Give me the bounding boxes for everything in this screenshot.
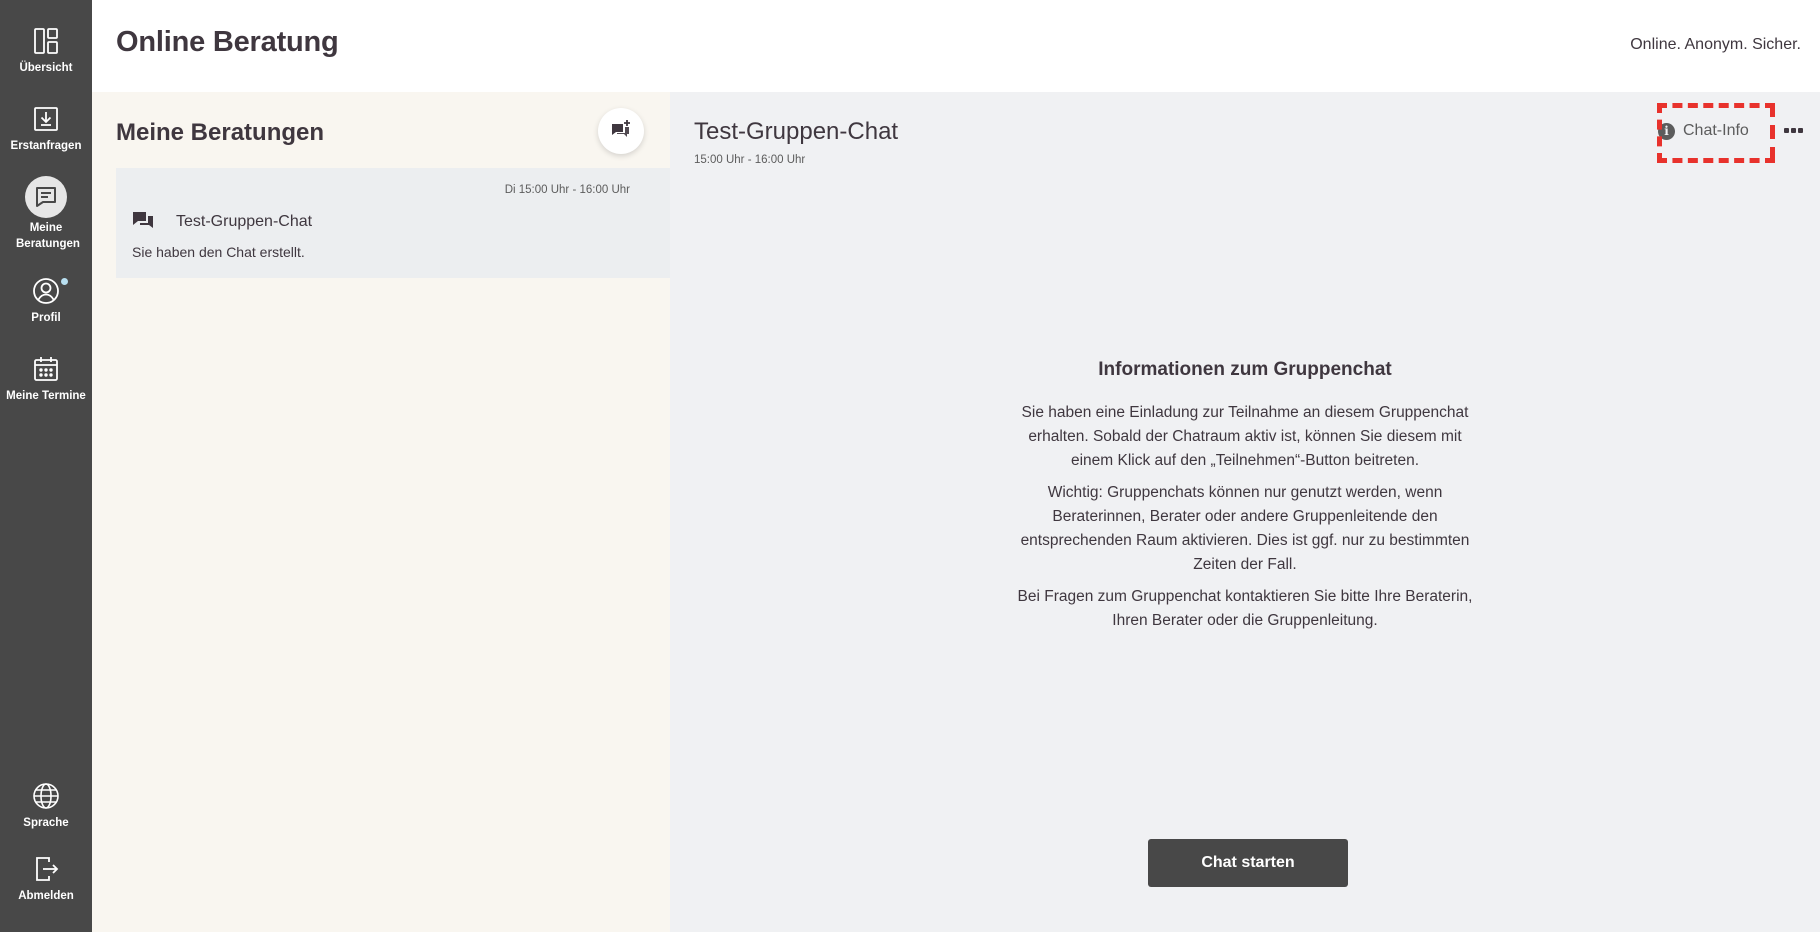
more-options-button[interactable] <box>1784 128 1803 133</box>
chat-time: 15:00 Uhr - 16:00 Uhr <box>694 154 806 166</box>
info-paragraph: Wichtig: Gruppenchats können nur genutzt… <box>1020 484 1470 573</box>
more-dot <box>1791 128 1796 133</box>
logout-icon <box>31 854 61 884</box>
info-paragraph: Sie haben eine Einladung zur Teilnahme a… <box>1021 404 1469 469</box>
session-date: Di 15:00 Uhr - 16:00 Uhr <box>504 184 630 196</box>
highlight-annotation-edge <box>1770 103 1775 163</box>
sidebar-item-overview[interactable]: Übersicht <box>0 26 92 76</box>
app-header: Online Beratung Online. Anonym. Sicher. <box>92 0 1820 92</box>
info-icon: i <box>1658 122 1675 140</box>
session-list-title: Meine Beratungen <box>116 119 325 146</box>
chat-panel: Test-Gruppen-Chat 15:00 Uhr - 16:00 Uhr … <box>670 92 1820 932</box>
sidebar-item-language[interactable]: Sprache <box>0 781 92 831</box>
sidebar-item-initial-requests[interactable]: Erstanfragen <box>0 104 92 154</box>
sidebar-item-label: Meine Termine <box>6 390 86 402</box>
group-chat-icon <box>133 212 153 228</box>
session-list-panel: Meine Beratungen Di 15:00 Uhr - 16:00 Uh… <box>92 92 670 932</box>
calendar-icon <box>31 354 61 384</box>
session-list-item[interactable]: Di 15:00 Uhr - 16:00 Uhr Test-Gruppen-Ch… <box>116 168 670 278</box>
globe-icon <box>31 781 61 811</box>
create-group-chat-icon <box>612 120 630 137</box>
start-chat-button[interactable]: Chat starten <box>1148 839 1348 887</box>
sidebar-item-label: Abmelden <box>18 890 74 902</box>
sidebar-item-label: Sprache <box>23 817 69 829</box>
sidebar-item-label: Übersicht <box>19 62 73 74</box>
sidebar-item-label: Meine Beratungen <box>16 222 80 250</box>
sidebar-item-label: Profil <box>31 312 61 324</box>
more-dot <box>1798 128 1803 133</box>
session-name: Test-Gruppen-Chat <box>176 213 313 230</box>
create-group-chat-button[interactable] <box>598 108 644 154</box>
sidebar-item-logout[interactable]: Abmelden <box>0 854 92 904</box>
user-circle-icon <box>31 276 61 306</box>
header-claim: Online. Anonym. Sicher. <box>1630 36 1801 53</box>
sidebar-item-profile[interactable]: Profil <box>0 276 92 326</box>
info-heading: Informationen zum Gruppenchat <box>1098 359 1392 380</box>
inbox-download-icon <box>31 104 61 134</box>
info-paragraph: Bei Fragen zum Gruppenchat kontaktieren … <box>1017 588 1473 629</box>
sidebar-item-label: Erstanfragen <box>10 140 82 152</box>
sidebar: Übersicht Erstanfragen Meine Beratungen … <box>0 0 92 932</box>
session-last-message: Sie haben den Chat erstellt. <box>132 244 305 260</box>
chat-lines-icon <box>25 176 67 218</box>
more-dot <box>1784 128 1789 133</box>
chat-info-label: Chat-Info <box>1683 122 1749 139</box>
notification-dot <box>61 278 68 285</box>
group-chat-info: Informationen zum Gruppenchat Sie haben … <box>1015 359 1475 641</box>
sidebar-item-appointments[interactable]: Meine Termine <box>0 354 92 404</box>
chat-info-button[interactable]: i Chat-Info <box>1658 122 1749 140</box>
app-title: Online Beratung <box>116 26 339 58</box>
sidebar-item-my-consultations[interactable]: Meine Beratungen <box>0 176 92 252</box>
chat-title: Test-Gruppen-Chat <box>694 118 899 145</box>
dashboard-icon <box>31 26 61 56</box>
